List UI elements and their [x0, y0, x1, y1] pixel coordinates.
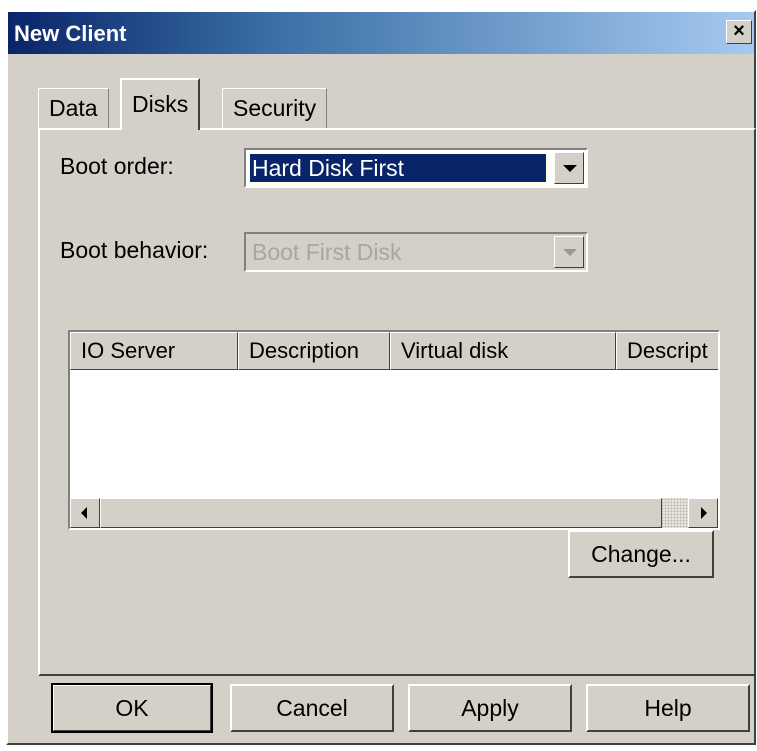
tab-security[interactable]: Security: [222, 88, 328, 128]
new-client-dialog: New Client × Data Disks Security Boot or…: [6, 10, 756, 745]
boot-behavior-dropdown: Boot First Disk: [244, 232, 588, 272]
apply-button[interactable]: Apply: [408, 684, 572, 732]
boot-behavior-label: Boot behavior:: [60, 237, 209, 263]
boot-behavior-value: Boot First Disk: [252, 239, 402, 265]
close-button[interactable]: ×: [726, 20, 752, 44]
boot-order-dropdown[interactable]: Hard Disk First: [244, 148, 588, 188]
boot-order-label: Boot order:: [60, 153, 174, 179]
tab-disks[interactable]: Disks: [120, 78, 201, 130]
window-title: New Client: [14, 21, 127, 46]
help-button[interactable]: Help: [586, 684, 750, 732]
title-bar[interactable]: New Client ×: [8, 12, 754, 54]
column-virtual-disk[interactable]: Virtual disk: [390, 332, 616, 370]
column-io-server[interactable]: IO Server: [70, 332, 238, 370]
scroll-left-icon[interactable]: [70, 498, 100, 528]
column-description-2[interactable]: Descript: [616, 332, 718, 370]
scroll-right-icon[interactable]: [688, 498, 718, 528]
change-button[interactable]: Change...: [568, 530, 714, 578]
tab-data[interactable]: Data: [38, 88, 109, 128]
boot-order-value: Hard Disk First: [249, 153, 547, 183]
list-header: IO Server Description Virtual disk Descr…: [70, 332, 718, 370]
chevron-down-icon[interactable]: [554, 152, 584, 184]
chevron-down-icon: [554, 236, 584, 268]
horizontal-scrollbar[interactable]: [70, 498, 718, 528]
virtual-disk-list[interactable]: IO Server Description Virtual disk Descr…: [68, 330, 720, 530]
cancel-button[interactable]: Cancel: [230, 684, 394, 732]
ok-button[interactable]: OK: [51, 683, 213, 733]
column-description[interactable]: Description: [238, 332, 390, 370]
scroll-thumb[interactable]: [100, 498, 662, 528]
